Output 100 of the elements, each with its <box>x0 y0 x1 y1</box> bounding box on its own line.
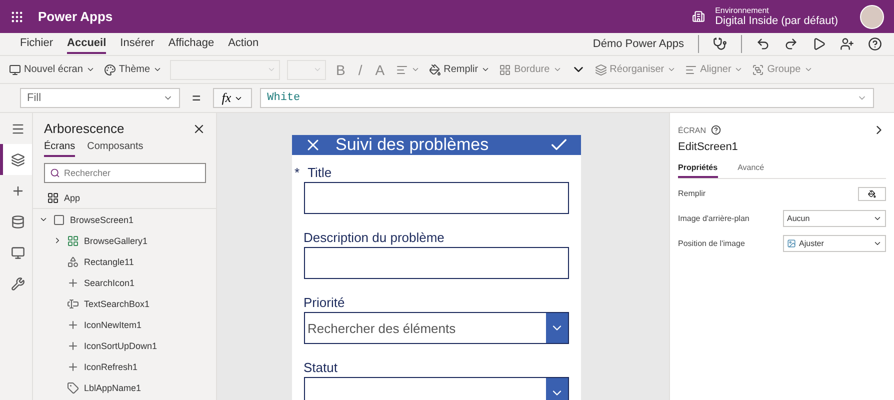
caret-icon <box>153 65 162 74</box>
environment-icon[interactable] <box>692 10 706 23</box>
menu-tab[interactable]: Action <box>228 34 259 54</box>
tree-item[interactable]: BrowseScreen1 <box>70 214 134 224</box>
paint-bucket-icon <box>868 190 876 198</box>
tree-item[interactable]: BrowseGallery1 <box>84 236 148 246</box>
menu-tab[interactable]: Fichier <box>20 34 54 54</box>
property-tab[interactable]: Avancé <box>738 161 764 178</box>
input-node-icon <box>67 298 79 310</box>
shape-node-icon <box>67 256 79 268</box>
control-name: EditScreen1 <box>678 141 739 153</box>
input-field[interactable] <box>304 247 568 279</box>
property-tab[interactable]: Propriétés <box>678 161 718 178</box>
caret-icon <box>410 65 420 74</box>
property-dropdown[interactable]: Aucun <box>783 210 886 227</box>
play-icon[interactable] <box>812 37 826 51</box>
app-icon <box>47 192 59 204</box>
icon-node-icon <box>67 276 79 288</box>
panel-tab[interactable]: Écrans <box>44 138 76 157</box>
caret-icon <box>481 65 490 74</box>
align-icon <box>396 64 408 76</box>
gallery-node-icon <box>67 234 79 246</box>
field-label: Statut <box>304 360 338 375</box>
database-icon <box>10 214 24 228</box>
section-label: ÉCRAN <box>678 126 706 134</box>
dropdown-field[interactable]: Rechercher des éléments <box>304 312 568 344</box>
collapse-icon[interactable] <box>39 215 48 224</box>
caret-icon <box>873 239 882 248</box>
caret-icon <box>734 65 744 74</box>
help-icon[interactable] <box>868 37 882 51</box>
toolbar-button[interactable]: Nouvel écran <box>8 62 96 76</box>
panel-tab[interactable]: Composants <box>87 138 144 157</box>
app-title: Démo Power Apps <box>592 38 684 50</box>
paint-bucket-icon <box>428 64 441 76</box>
property-dropdown[interactable]: Fill <box>20 88 180 108</box>
screen-node-icon <box>53 214 65 226</box>
caret-icon <box>804 65 813 74</box>
label-node-icon <box>67 382 79 394</box>
redo-icon[interactable] <box>784 37 798 51</box>
menu-tab[interactable]: Affichage <box>168 34 214 54</box>
icon-node-icon <box>67 340 79 352</box>
search-field[interactable]: Rechercher <box>44 163 206 183</box>
caret-icon <box>873 214 882 223</box>
caret-icon <box>267 65 276 74</box>
avatar[interactable] <box>860 4 884 28</box>
field-label: Priorité <box>304 295 345 310</box>
function-button[interactable]: fx <box>212 88 252 108</box>
color-picker-button[interactable] <box>858 186 886 200</box>
toolbar-button[interactable]: Remplir <box>428 62 492 76</box>
tree-item[interactable]: TextSearchBox1 <box>84 298 150 308</box>
add-user-icon[interactable] <box>840 37 854 51</box>
tree-item[interactable]: IconNewItem1 <box>84 320 142 330</box>
formula-field[interactable]: White <box>260 88 874 108</box>
caret-icon <box>667 65 676 74</box>
input-field[interactable] <box>304 182 568 214</box>
expand-icon[interactable] <box>53 236 62 245</box>
group-icon <box>752 64 764 76</box>
palette-icon <box>104 64 116 76</box>
app-launcher-icon[interactable] <box>10 10 24 24</box>
monitor-icon <box>10 246 24 260</box>
rail-button[interactable] <box>0 144 32 175</box>
layers-icon <box>594 64 607 76</box>
field-label: Description du problème <box>304 230 444 245</box>
tree-item[interactable]: LblAppName1 <box>84 382 142 392</box>
align-icon <box>685 64 698 76</box>
panel-title: Arborescence <box>44 121 124 136</box>
undo-icon[interactable] <box>756 37 770 51</box>
app-name: Power Apps <box>38 9 113 24</box>
search-icon <box>50 168 60 178</box>
stethoscope-icon[interactable] <box>713 37 727 51</box>
tree-item[interactable]: SearchIcon1 <box>84 278 135 288</box>
plus-icon <box>10 184 24 198</box>
caret-icon <box>313 65 322 74</box>
property-dropdown[interactable]: Ajuster <box>783 235 886 252</box>
property-label: Image d'arrière-plan <box>678 214 750 223</box>
tree-item[interactable]: Rectangle11 <box>84 256 134 266</box>
caret-icon <box>552 65 562 74</box>
tree-item[interactable]: IconSortUpDown1 <box>84 340 158 350</box>
property-label: Remplir <box>678 189 706 198</box>
tree-item[interactable]: App <box>64 192 80 202</box>
layers-icon <box>10 152 24 166</box>
required-mark: * <box>294 165 300 180</box>
caret-icon <box>86 65 95 74</box>
dropdown-field[interactable] <box>304 377 568 400</box>
form-title: Suivi des problèmes <box>336 135 490 155</box>
tree-item[interactable]: IconRefresh1 <box>84 362 138 372</box>
equals-sign: = <box>191 90 202 106</box>
property-label: Position de l'image <box>678 239 745 248</box>
toolbar-button[interactable]: Thème <box>102 62 164 76</box>
wrench-icon <box>10 276 24 290</box>
menu-tab[interactable]: Insérer <box>120 34 154 54</box>
help-icon[interactable] <box>711 125 722 135</box>
icon-node-icon <box>67 318 79 330</box>
field-label: Title <box>308 165 332 180</box>
monitor-icon <box>9 64 21 76</box>
grid-icon <box>499 64 512 76</box>
icon-node-icon <box>67 360 79 372</box>
environment-label: Environnement <box>715 6 770 15</box>
environment-name[interactable]: Digital Inside (par défaut) <box>715 15 838 27</box>
menu-icon <box>10 122 24 136</box>
